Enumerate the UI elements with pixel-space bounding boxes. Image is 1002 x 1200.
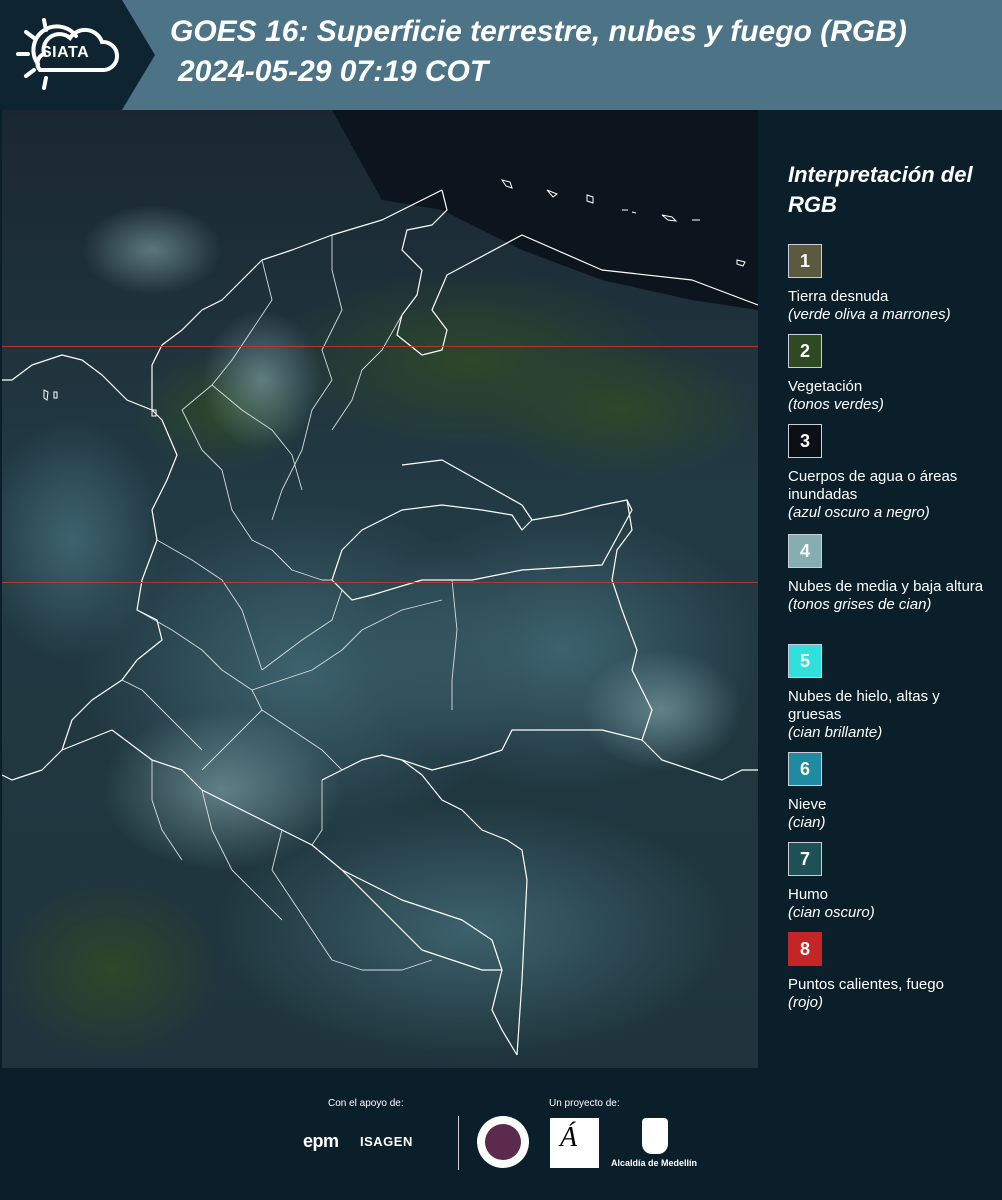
support-label: Con el apoyo de: (328, 1098, 404, 1109)
legend-swatch: 5 (788, 644, 822, 678)
isagen-logo: ISAGEN (360, 1134, 413, 1149)
legend-label: Nubes de media y baja altura (788, 578, 984, 595)
legend-item-vegetation: 2 Vegetación (tonos verdes) (788, 334, 988, 414)
legend-sublabel: (tonos grises de cian) (788, 596, 932, 613)
legend-sublabel: (cian oscuro) (788, 904, 875, 921)
legend-swatch: 1 (788, 244, 822, 278)
legend-label: Cuerpos de agua o áreas inundadas (788, 468, 958, 503)
alcaldia-crest-icon (642, 1118, 668, 1154)
legend-panel: Interpretación del RGB 1 Tierra desnuda … (760, 110, 1002, 1068)
legend-sublabel: (cian brillante) (788, 724, 883, 741)
legend-label: Humo (788, 886, 829, 903)
cloud-area (82, 205, 222, 295)
legend-item-bare-soil: 1 Tierra desnuda (verde oliva a marrones… (788, 244, 988, 324)
cloud-area (582, 650, 742, 770)
satellite-map (2, 110, 758, 1068)
legend-label: Tierra desnuda (788, 288, 889, 305)
cloud-area (202, 310, 322, 450)
legend-swatch: 4 (788, 534, 822, 568)
epm-logo: epm (303, 1131, 339, 1151)
legend-sublabel: (cian) (788, 814, 826, 831)
latitude-guide-line (2, 582, 758, 583)
legend-item-smoke: 7 Humo (cian oscuro) (788, 842, 988, 922)
vegetation-area (482, 340, 758, 480)
legend-swatch: 7 (788, 842, 822, 876)
legend-swatch: 6 (788, 752, 822, 786)
legend-swatch: 3 (788, 424, 822, 458)
legend-item-water: 3 Cuerpos de agua o áreas inundadas (azu… (788, 424, 988, 522)
alcaldia-logo-text: Alcaldía de Medellín (611, 1158, 698, 1168)
area-metropolitana-logo: Á (550, 1118, 599, 1168)
latitude-guide-line (2, 346, 758, 347)
legend-sublabel: (verde oliva a marrones) (788, 306, 951, 323)
legend-swatch: 8 (788, 932, 822, 966)
map-canvas (2, 110, 758, 1068)
legend-label: Nubes de hielo, altas y gruesas (788, 688, 940, 723)
header: SIATA GOES 16: Superficie terrestre, nub… (0, 0, 1002, 110)
footer-divider (458, 1116, 459, 1170)
legend-item-ice-clouds: 5 Nubes de hielo, altas y gruesas (cian … (788, 644, 988, 742)
legend-sublabel: (azul oscuro a negro) (788, 504, 930, 521)
vegetation-area (2, 880, 222, 1060)
university-seal-icon (477, 1116, 529, 1168)
project-label: Un proyecto de: (549, 1098, 620, 1109)
timestamp: 2024-05-29 07:19 COT (178, 55, 489, 88)
cloud-area (102, 710, 342, 870)
legend-label: Nieve (788, 796, 827, 813)
legend-item-fire: 8 Puntos calientes, fuego (rojo) (788, 932, 988, 1012)
legend-sublabel: (rojo) (788, 994, 824, 1011)
legend-item-snow: 6 Nieve (cian) (788, 752, 988, 832)
legend-label: Puntos calientes, fuego (788, 976, 944, 993)
legend-title: Interpretación del RGB (788, 162, 973, 217)
legend-item-low-clouds: 4 Nubes de media y baja altura (tonos gr… (788, 534, 988, 614)
footer: Con el apoyo de: Un proyecto de: epm ISA… (0, 1068, 1002, 1200)
legend-label: Vegetación (788, 378, 863, 395)
page-title: GOES 16: Superficie terrestre, nubes y f… (170, 15, 907, 48)
logo-text: SIATA (41, 44, 90, 61)
legend-swatch: 2 (788, 334, 822, 368)
legend-sublabel: (tonos verdes) (788, 396, 884, 413)
